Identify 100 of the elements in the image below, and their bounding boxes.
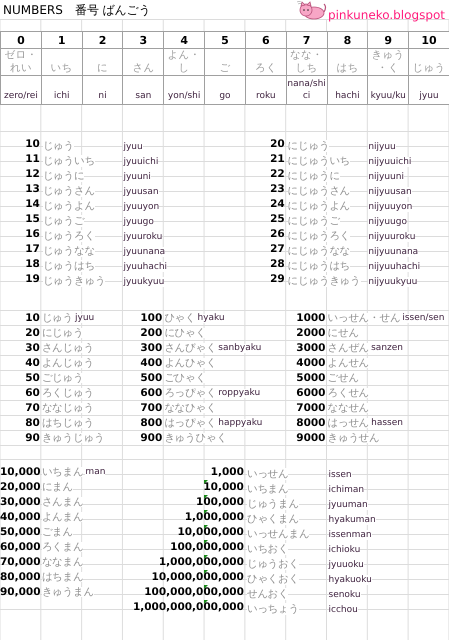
number-text: 18	[24, 258, 41, 270]
number-text: 23	[269, 184, 286, 194]
number-text: 50,000	[0, 526, 41, 538]
kana-text: よん・し	[168, 49, 201, 74]
number-text: 300	[139, 342, 164, 354]
kana-text: じゅうおく	[246, 558, 299, 570]
number-text: 10,000	[0, 466, 41, 478]
number-text: 80,000	[0, 572, 41, 582]
number-text: 10,000,000	[176, 526, 245, 538]
kana-text: ゼロ・れい	[4, 49, 38, 74]
digit-cell: 3	[123, 32, 164, 49]
romaji-text: man	[85, 468, 106, 476]
kana-text: いちまん	[246, 483, 288, 495]
digit-cell: 4	[164, 32, 206, 49]
kana-text: はっせん	[328, 418, 370, 428]
number-text: 400	[139, 358, 164, 368]
kana-text: ななまん	[42, 556, 84, 568]
romaji-text: icchou	[328, 605, 358, 615]
romaji-text: ichi	[52, 90, 71, 102]
number-text: 12	[24, 168, 41, 180]
number-text: 800	[139, 418, 164, 428]
number-text: 27	[269, 244, 286, 254]
number-text: 26	[269, 228, 286, 240]
kana-text: よんせん	[328, 358, 370, 368]
digit-cell: 8	[328, 32, 368, 49]
kana-text: ろくまん	[42, 542, 84, 552]
kana-text: いちおく	[246, 543, 288, 555]
number-text: 2000	[295, 328, 326, 338]
romaji-text: issenman	[328, 530, 372, 540]
romaji-text: nijyuuhachi	[368, 262, 420, 272]
romaji-text: jyuuroku	[123, 232, 162, 242]
romaji-text: hyakuoku	[328, 575, 372, 585]
romaji-text: roppyaku	[218, 388, 260, 398]
kana-text: さんじゅう	[42, 342, 94, 354]
number-text: 22	[269, 168, 286, 180]
romaji-text: jyuuhachi	[123, 262, 168, 272]
number-text: 30	[24, 342, 41, 354]
kana-text: に	[96, 62, 110, 74]
romaji-text: roku	[254, 90, 277, 102]
sheet-title: NUMBERS 番号 ばんごう	[2, 4, 151, 16]
romaji-text: san	[134, 90, 152, 102]
kana-text: ろく	[254, 62, 278, 74]
number-text: 30,000	[0, 496, 41, 508]
kana-text: にじゅうはち	[288, 260, 350, 272]
number-text: 17	[24, 244, 41, 254]
number-text: 9000	[295, 432, 326, 444]
kana-text: じゅうさん	[42, 185, 95, 197]
number-text: 10	[24, 138, 41, 150]
kana-text: じゅうに	[42, 170, 84, 182]
number-text: 28	[269, 258, 286, 270]
kana-text: じゅうまん	[246, 498, 299, 510]
kana-text: にじゅうさん	[288, 185, 350, 197]
romaji-text: jyuusan	[123, 187, 159, 197]
romaji-text: nijyuuroku	[368, 232, 416, 242]
kana-text: にせん	[328, 328, 359, 338]
number-text: 1,000,000,000	[158, 556, 245, 568]
kana-text: いっせん・せん	[328, 312, 400, 324]
number-text: 20	[24, 328, 41, 338]
kana-text: にひゃく	[164, 328, 206, 338]
kana-text: にじゅうよん	[288, 200, 350, 212]
romaji-text: issen/sen	[402, 314, 444, 322]
number-text: 100,000	[195, 496, 245, 508]
number-text: 13	[24, 184, 41, 194]
romaji-text: nijyuusan	[368, 187, 412, 197]
kana-text: じゅうご	[42, 215, 84, 227]
number-text: 25	[269, 214, 286, 224]
kana-text: にじゅうなな	[288, 245, 350, 257]
romaji-text: ichioku	[328, 545, 360, 555]
romaji-text: jyuuichi	[123, 157, 158, 167]
number-text: 15	[24, 214, 41, 224]
romaji-text: nijyuu	[368, 142, 396, 152]
kana-text: じゅうなな	[42, 245, 95, 257]
kana-text: きゅう・く	[372, 49, 405, 74]
kana-text: いち	[50, 62, 74, 74]
cat-icon	[296, 0, 327, 20]
number-text: 6000	[295, 388, 326, 398]
number-text: 40,000	[0, 512, 41, 522]
kana-text: にまん	[42, 482, 74, 492]
digit-cell: 2	[82, 32, 124, 49]
kana-text: よんまん	[42, 512, 84, 522]
number-text: 1,000	[210, 466, 245, 478]
number-text: 5000	[295, 372, 326, 384]
number-text: 60	[24, 388, 41, 398]
kana-text: じゅうろく	[42, 230, 95, 242]
romaji-text: nijyuuyon	[368, 202, 412, 212]
romaji-text: jyuuoku	[328, 560, 364, 570]
kana-text: ごせん	[328, 372, 359, 384]
kana-text: ごひゃく	[164, 372, 206, 384]
romaji-text: jyuuman	[328, 500, 368, 510]
kana-text: ろくじゅう	[42, 388, 94, 398]
kana-text: ろくせん	[328, 388, 370, 398]
romaji-text: yon/shi	[166, 90, 202, 102]
number-text: 10	[24, 312, 41, 324]
number-text: 1,000,000,000,000	[132, 602, 245, 612]
kana-text: じゅうきゅう	[42, 275, 106, 287]
digit-cell: 5	[205, 32, 246, 49]
kana-text: にじゅうろく	[288, 230, 350, 242]
romaji-text: ichiman	[328, 485, 364, 495]
kana-text: にじゅうきゅう	[288, 275, 360, 287]
number-text: 8000	[295, 418, 326, 428]
